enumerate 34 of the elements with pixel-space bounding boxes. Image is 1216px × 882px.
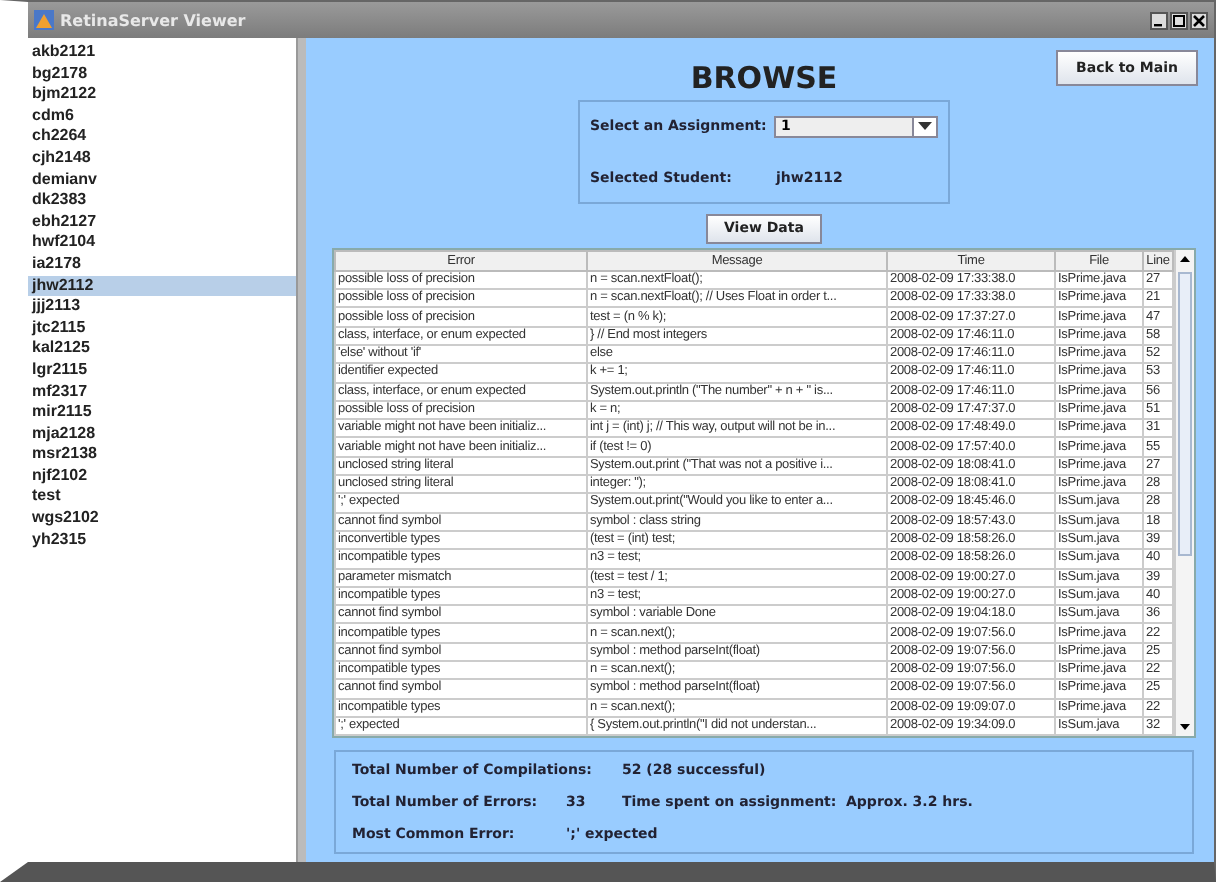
student-item[interactable]: ch2264 <box>28 126 296 148</box>
student-item[interactable]: hwf2104 <box>28 232 296 254</box>
caret-icon <box>918 122 932 130</box>
scrollbar[interactable] <box>1174 249 1194 737</box>
student-item[interactable]: mf2317 <box>28 381 296 403</box>
minimize-button[interactable] <box>1150 11 1168 29</box>
scroll-up-arrow-icon[interactable] <box>1180 255 1190 262</box>
student-item[interactable]: jjj2113 <box>28 296 296 318</box>
student-item[interactable]: mir2115 <box>28 402 296 424</box>
student-item[interactable]: ebh2127 <box>28 211 296 233</box>
app-icon <box>34 10 54 30</box>
close-button[interactable] <box>1190 11 1208 29</box>
student-item[interactable]: dk2383 <box>28 190 296 212</box>
student-item[interactable]: jtc2115 <box>28 317 296 339</box>
student-item[interactable]: bg2178 <box>28 63 296 85</box>
student-item[interactable]: cjh2148 <box>28 147 296 170</box>
student-item[interactable]: lgr2115 <box>28 359 296 381</box>
student-item[interactable]: mja2128 <box>28 423 296 445</box>
student-item[interactable]: njf2102 <box>28 465 296 487</box>
student-item[interactable]: yh2315 <box>28 529 296 551</box>
window-title: RetinaServer Viewer <box>60 11 246 29</box>
maximize-button[interactable] <box>1170 11 1188 29</box>
student-item[interactable]: bjm2122 <box>28 84 296 106</box>
scroll-down-arrow-icon[interactable] <box>1180 724 1190 731</box>
student-item[interactable]: kal2125 <box>28 338 296 360</box>
student-item[interactable]: wgs2102 <box>28 508 296 530</box>
student-item[interactable]: demianv <box>28 169 296 191</box>
student-item[interactable]: test <box>28 486 296 509</box>
student-item[interactable]: ia2178 <box>28 253 296 276</box>
student-item[interactable]: akb2121 <box>28 42 296 64</box>
student-item[interactable]: cdm6 <box>28 105 296 127</box>
page-heading: BROWSE <box>690 60 838 96</box>
student-item[interactable]: msr2138 <box>28 444 296 466</box>
student-item[interactable]: jhw2112 <box>28 275 296 297</box>
